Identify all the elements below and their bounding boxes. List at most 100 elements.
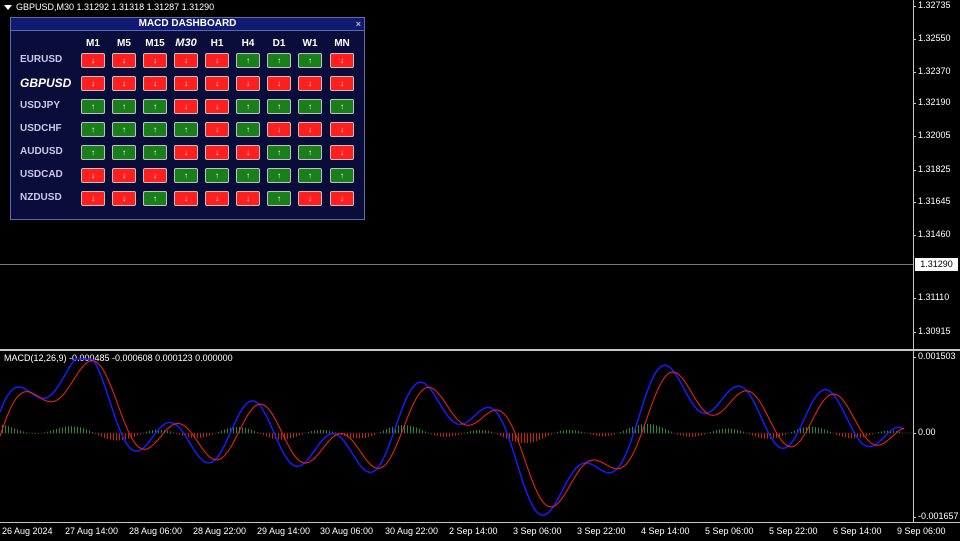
dropdown-triangle-icon[interactable] [4, 4, 12, 10]
signal-cell-audusd-d1[interactable]: ↑ [267, 145, 291, 160]
pair-label-audusd[interactable]: AUDUSD [20, 146, 63, 157]
signal-cell-usdjpy-m1[interactable]: ↑ [81, 99, 105, 114]
signal-cell-audusd-h1[interactable]: ↓ [205, 145, 229, 160]
signal-cell-eurusd-m1[interactable]: ↓ [81, 53, 105, 68]
signal-cell-usdjpy-m5[interactable]: ↑ [112, 99, 136, 114]
price-axis[interactable]: 1.32735 1.32550 1.32370 1.32190 1.32005 1.318… [912, 0, 960, 349]
macd-histogram-bar [269, 433, 270, 438]
signal-cell-nzdusd-h1[interactable]: ↓ [205, 191, 229, 206]
macd-histogram-bar [266, 433, 267, 437]
arrow-down-icon: ↓ [308, 193, 312, 203]
signal-cell-usdchf-m15[interactable]: ↑ [143, 122, 167, 137]
arrow-down-icon: ↓ [340, 147, 344, 157]
arrow-down-icon: ↓ [215, 55, 219, 65]
arrow-down-icon: ↓ [184, 78, 188, 88]
macd-histogram-bar [452, 433, 453, 437]
signal-cell-usdcad-mn[interactable]: ↑ [330, 168, 354, 183]
signal-cell-usdchf-m5[interactable]: ↑ [112, 122, 136, 137]
signal-cell-usdcad-h4[interactable]: ↑ [236, 168, 260, 183]
pair-label-usdjpy[interactable]: USDJPY [20, 100, 60, 111]
signal-cell-usdchf-w1[interactable]: ↓ [298, 122, 322, 137]
signal-cell-usdchf-h1[interactable]: ↓ [205, 122, 229, 137]
signal-cell-audusd-h4[interactable]: ↓ [236, 145, 260, 160]
signal-cell-usdchf-m30[interactable]: ↑ [174, 122, 198, 137]
signal-cell-gbpusd-w1[interactable]: ↓ [298, 76, 322, 91]
close-icon[interactable]: × [356, 18, 361, 30]
arrow-up-icon: ↑ [277, 101, 281, 111]
signal-cell-usdjpy-w1[interactable]: ↑ [298, 99, 322, 114]
macd-histogram-bar [809, 426, 810, 434]
macd-histogram-bar [656, 425, 657, 434]
signal-cell-usdcad-m15[interactable]: ↓ [143, 168, 167, 183]
macd-axis[interactable]: 0.001503 0.00 -0.001657 [913, 351, 960, 522]
signal-cell-usdcad-m1[interactable]: ↓ [81, 168, 105, 183]
macd-histogram-bar [701, 433, 702, 436]
signal-cell-usdcad-m5[interactable]: ↓ [112, 168, 136, 183]
signal-cell-gbpusd-m5[interactable]: ↓ [112, 76, 136, 91]
signal-cell-nzdusd-mn[interactable]: ↓ [330, 191, 354, 206]
signal-cell-usdjpy-m30[interactable]: ↓ [174, 99, 198, 114]
signal-cell-usdchf-m1[interactable]: ↑ [81, 122, 105, 137]
signal-cell-nzdusd-d1[interactable]: ↑ [267, 191, 291, 206]
signal-cell-eurusd-h4[interactable]: ↑ [236, 53, 260, 68]
signal-cell-usdcad-h1[interactable]: ↑ [205, 168, 229, 183]
signal-cell-gbpusd-d1[interactable]: ↓ [267, 76, 291, 91]
signal-cell-usdcad-w1[interactable]: ↑ [298, 168, 322, 183]
arrow-up-icon: ↑ [246, 124, 250, 134]
signal-cell-usdchf-h4[interactable]: ↑ [236, 122, 260, 137]
signal-cell-audusd-m1[interactable]: ↑ [81, 145, 105, 160]
pair-label-eurusd[interactable]: EURUSD [20, 54, 62, 65]
pair-label-gbpusd[interactable]: GBPUSD [20, 76, 71, 90]
signal-cell-usdcad-d1[interactable]: ↑ [267, 168, 291, 183]
signal-cell-usdchf-mn[interactable]: ↓ [330, 122, 354, 137]
macd-histogram-bar [803, 427, 804, 434]
signal-cell-audusd-m5[interactable]: ↑ [112, 145, 136, 160]
signal-cell-gbpusd-h4[interactable]: ↓ [236, 76, 260, 91]
arrow-down-icon: ↓ [91, 170, 95, 180]
signal-cell-nzdusd-w1[interactable]: ↓ [298, 191, 322, 206]
signal-cell-usdjpy-m15[interactable]: ↑ [143, 99, 167, 114]
macd-histogram-bar [599, 433, 600, 437]
signal-cell-audusd-m15[interactable]: ↑ [143, 145, 167, 160]
macd-histogram-bar [8, 426, 9, 434]
signal-cell-gbpusd-m15[interactable]: ↓ [143, 76, 167, 91]
signal-cell-audusd-m30[interactable]: ↓ [174, 145, 198, 160]
signal-cell-eurusd-mn[interactable]: ↓ [330, 53, 354, 68]
signal-cell-audusd-w1[interactable]: ↑ [298, 145, 322, 160]
arrow-down-icon: ↓ [340, 55, 344, 65]
macd-dashboard-panel[interactable]: MACD DASHBOARD × M1 M5 M15 M30 H1 H4 D1 W1 MN EUR… [10, 17, 365, 220]
dashboard-title-bar[interactable]: MACD DASHBOARD × [11, 18, 364, 31]
pair-label-usdcad[interactable]: USDCAD [20, 169, 63, 180]
signal-cell-nzdusd-m15[interactable]: ↑ [143, 191, 167, 206]
signal-cell-nzdusd-h4[interactable]: ↓ [236, 191, 260, 206]
arrow-up-icon: ↑ [246, 101, 250, 111]
macd-histogram-bar [521, 433, 522, 444]
pair-label-usdchf[interactable]: USDCHF [20, 123, 62, 134]
price-tick-label: 1.30915 [913, 326, 951, 336]
signal-cell-eurusd-w1[interactable]: ↑ [298, 53, 322, 68]
signal-cell-usdjpy-d1[interactable]: ↑ [267, 99, 291, 114]
signal-cell-gbpusd-m30[interactable]: ↓ [174, 76, 198, 91]
signal-cell-nzdusd-m5[interactable]: ↓ [112, 191, 136, 206]
signal-cell-eurusd-h1[interactable]: ↓ [205, 53, 229, 68]
arrow-up-icon: ↑ [153, 101, 157, 111]
signal-cell-nzdusd-m1[interactable]: ↓ [81, 191, 105, 206]
signal-cell-usdjpy-h1[interactable]: ↓ [205, 99, 229, 114]
signal-cell-eurusd-m5[interactable]: ↓ [112, 53, 136, 68]
macd-histogram-bar [650, 424, 651, 434]
signal-cell-gbpusd-h1[interactable]: ↓ [205, 76, 229, 91]
signal-cell-eurusd-m30[interactable]: ↓ [174, 53, 198, 68]
macd-histogram-bar [842, 433, 843, 437]
signal-cell-gbpusd-m1[interactable]: ↓ [81, 76, 105, 91]
signal-cell-audusd-mn[interactable]: ↓ [330, 145, 354, 160]
signal-cell-usdchf-d1[interactable]: ↓ [267, 122, 291, 137]
signal-cell-usdcad-m30[interactable]: ↑ [174, 168, 198, 183]
signal-cell-gbpusd-mn[interactable]: ↓ [330, 76, 354, 91]
signal-cell-eurusd-d1[interactable]: ↑ [267, 53, 291, 68]
pair-label-nzdusd[interactable]: NZDUSD [20, 192, 62, 203]
signal-cell-eurusd-m15[interactable]: ↓ [143, 53, 167, 68]
signal-cell-nzdusd-m30[interactable]: ↓ [174, 191, 198, 206]
signal-cell-usdjpy-mn[interactable]: ↑ [330, 99, 354, 114]
signal-cell-usdjpy-h4[interactable]: ↑ [236, 99, 260, 114]
timeframe-header-mn: MN [334, 38, 350, 49]
